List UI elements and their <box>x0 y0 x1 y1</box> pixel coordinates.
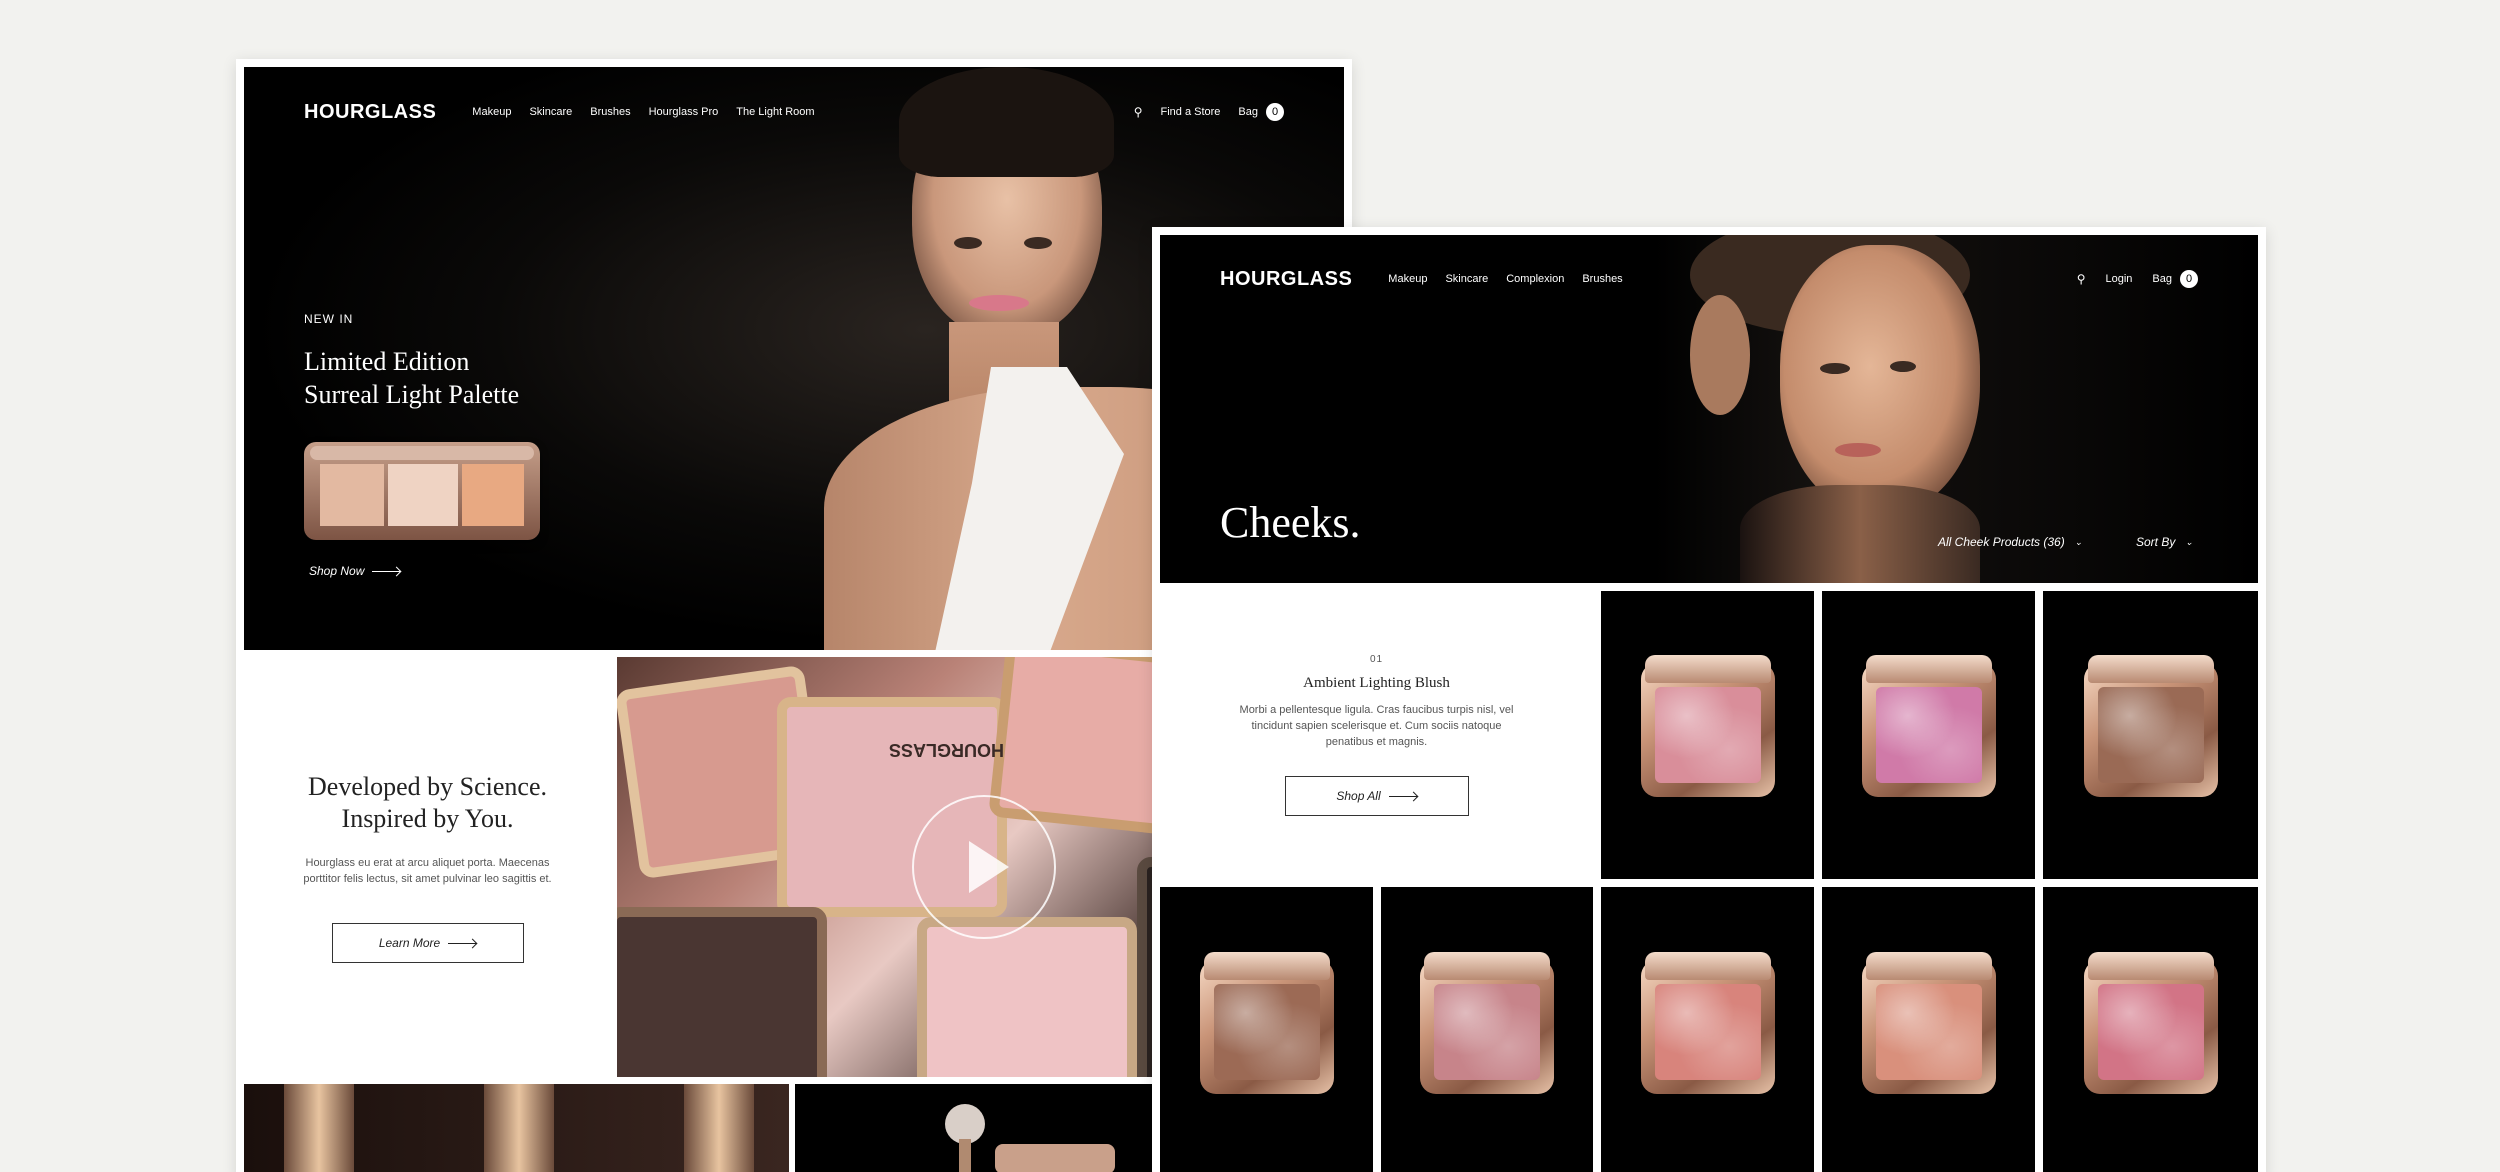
science-title-line2: Inspired by You. <box>341 804 514 833</box>
hero-title-line1: Limited Edition <box>304 347 470 376</box>
learn-more-label: Learn More <box>378 936 441 950</box>
product-tile[interactable] <box>1160 887 1373 1172</box>
palette-image <box>304 442 540 540</box>
cheeks-hero: HOURGLASS Makeup Skincare Complexion Bru… <box>1160 235 2258 583</box>
feature-body: Morbi a pellentesque ligula. Cras faucib… <box>1239 704 1514 748</box>
filter-label: All Cheek Products (36) <box>1938 535 2065 549</box>
blush-compact-image <box>2083 655 2218 797</box>
chevron-down-icon: ⌄ <box>2185 536 2193 547</box>
main-nav: HOURGLASS Makeup Skincare Brushes Hourgl… <box>244 67 1344 157</box>
nav-item-brushes[interactable]: Brushes <box>590 106 630 118</box>
bag-label: Bag <box>2152 273 2172 285</box>
blush-pan <box>1434 984 1540 1080</box>
blush-compact-image <box>1861 655 1996 797</box>
product-tile[interactable] <box>1601 887 1814 1172</box>
blush-pan <box>1654 687 1761 783</box>
nav-item-makeup[interactable]: Makeup <box>1388 273 1427 285</box>
nav-item-hourglass-pro[interactable]: Hourglass Pro <box>649 106 719 118</box>
bag-count-badge: 0 <box>1266 103 1284 121</box>
blush-compact-image <box>2083 952 2218 1094</box>
arrow-right-icon <box>1388 795 1417 797</box>
product-tile[interactable] <box>1822 591 2035 879</box>
hero-title-line2: Surreal Light Palette <box>304 380 520 409</box>
brush-bottles-image <box>244 1084 789 1172</box>
sort-label: Sort By <box>2136 535 2176 549</box>
filter-dropdown[interactable]: All Cheek Products (36) ⌄ <box>1938 535 2082 549</box>
blush-pan <box>1213 984 1320 1080</box>
bag-count-badge: 0 <box>2180 270 2198 288</box>
video-watermark: HOURGLASS <box>889 740 1005 760</box>
arrow-right-icon <box>448 942 477 944</box>
login-link[interactable]: Login <box>2106 273 2133 285</box>
nav-utilities: ⚲ Find a Store Bag 0 <box>1134 103 1284 121</box>
search-icon[interactable]: ⚲ <box>1134 105 1143 119</box>
shop-now-link[interactable]: Shop Now <box>309 564 540 578</box>
nav-item-brushes[interactable]: Brushes <box>1582 273 1622 285</box>
blush-pan <box>1654 984 1761 1080</box>
arrow-right-icon <box>372 570 401 572</box>
hero-copy: NEW IN Limited Edition Surreal Light Pal… <box>304 312 540 578</box>
brand-logo[interactable]: HOURGLASS <box>1220 268 1352 291</box>
product-tile[interactable] <box>1381 887 1593 1172</box>
hero-eyebrow: NEW IN <box>304 312 354 326</box>
blush-pan <box>2097 984 2204 1080</box>
feature-card: 01 Ambient Lighting Blush Morbi a pellen… <box>1160 591 1593 879</box>
play-button[interactable] <box>912 795 1056 939</box>
product-tile[interactable] <box>1601 591 1814 879</box>
category-mockup: HOURGLASS Makeup Skincare Complexion Bru… <box>1160 235 2258 1172</box>
blush-pan <box>1875 687 1982 783</box>
shop-all-label: Shop All <box>1336 789 1381 803</box>
nav-item-complexion[interactable]: Complexion <box>1506 273 1564 285</box>
nav-item-makeup[interactable]: Makeup <box>472 106 511 118</box>
blush-pan <box>1875 984 1982 1080</box>
nav-item-skincare[interactable]: Skincare <box>529 106 572 118</box>
nav-links: Makeup Skincare Brushes Hourglass Pro Th… <box>472 106 814 118</box>
shop-now-label: Shop Now <box>309 564 365 578</box>
science-body: Hourglass eu erat at arcu aliquet porta.… <box>303 857 552 885</box>
learn-more-button[interactable]: Learn More <box>331 923 524 963</box>
chevron-down-icon: ⌄ <box>2074 536 2083 547</box>
product-tile[interactable] <box>1822 887 2035 1172</box>
feature-title: Ambient Lighting Blush <box>1303 675 1450 691</box>
category-title: Cheeks. <box>1220 498 1361 547</box>
feature-index: 01 <box>1369 654 1384 665</box>
nav-item-skincare[interactable]: Skincare <box>1445 273 1488 285</box>
search-icon[interactable]: ⚲ <box>2077 272 2086 286</box>
brand-logo[interactable]: HOURGLASS <box>304 101 436 124</box>
find-store-link[interactable]: Find a Store <box>1161 106 1221 118</box>
sort-dropdown[interactable]: Sort By ⌄ <box>2136 535 2193 549</box>
blush-compact-image <box>1861 952 1996 1094</box>
blush-compact-image <box>1199 952 1334 1094</box>
main-nav: HOURGLASS Makeup Skincare Complexion Bru… <box>1160 235 2258 323</box>
bag-label: Bag <box>1238 106 1258 118</box>
bag-button[interactable]: Bag 0 <box>2152 270 2198 288</box>
science-title-line1: Developed by Science. <box>308 772 547 801</box>
blush-pan <box>2097 687 2204 783</box>
blush-compact-image <box>1640 655 1775 797</box>
bag-button[interactable]: Bag 0 <box>1238 103 1284 121</box>
nav-item-light-room[interactable]: The Light Room <box>736 106 814 118</box>
product-tile[interactable] <box>2043 591 2258 879</box>
blush-compact-image <box>1420 952 1554 1094</box>
science-section: Developed by Science. Inspired by You. H… <box>244 657 611 1077</box>
nav-utilities: ⚲ Login Bag 0 <box>2077 270 2198 288</box>
product-tile[interactable] <box>2043 887 2258 1172</box>
shop-all-button[interactable]: Shop All <box>1284 776 1469 816</box>
play-icon <box>969 841 1009 893</box>
blush-compact-image <box>1640 952 1775 1094</box>
nav-links: Makeup Skincare Complexion Brushes <box>1388 273 1622 285</box>
